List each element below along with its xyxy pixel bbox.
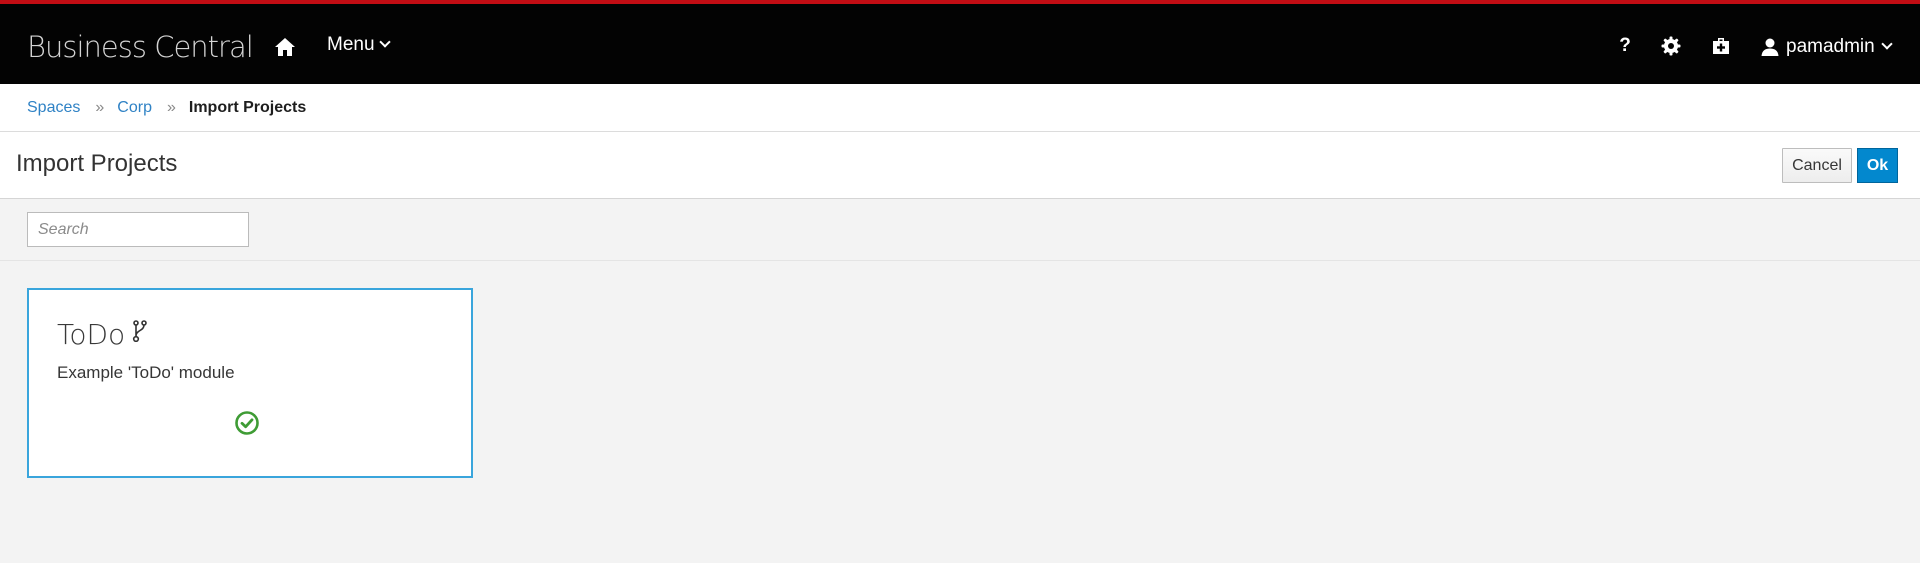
chevron-down-icon [1881,38,1893,50]
user-dropdown[interactable]: pamadmin [1760,32,1893,62]
user-name: pamadmin [1786,36,1875,57]
project-description: Example 'ToDo' module [57,363,235,382]
check-circle-icon [234,410,260,436]
medkit-icon[interactable] [1708,32,1734,60]
menu-dropdown[interactable]: Menu [327,34,391,56]
user-icon [1761,38,1779,56]
chevron-down-icon [378,36,391,48]
brand-logo[interactable]: Business Central [27,30,254,64]
branch-icon [132,320,148,343]
breadcrumb: Spaces » Corp » Import Projects [0,84,1920,132]
top-navbar: Business Central Menu ? pamadmin [0,0,1920,84]
breadcrumb-separator: » [166,98,176,116]
breadcrumb-current: Import Projects [188,98,307,116]
breadcrumb-item-corp[interactable]: Corp [117,99,152,117]
cancel-button[interactable]: Cancel [1782,148,1852,183]
breadcrumb-item-spaces[interactable]: Spaces [27,99,80,117]
project-card[interactable]: ToDo Example 'ToDo' module [27,288,473,478]
ok-button[interactable]: Ok [1857,148,1898,183]
breadcrumb-separator: » [95,98,104,116]
help-icon[interactable]: ? [1614,32,1636,60]
gear-icon[interactable] [1658,32,1684,60]
page-title: Import Projects [16,150,178,177]
menu-label: Menu [327,34,375,55]
search-input[interactable] [27,212,249,247]
page-header: Import Projects Cancel Ok [0,132,1920,199]
home-icon[interactable] [272,34,298,60]
project-name: ToDo [57,318,126,351]
projects-area: ToDo Example 'ToDo' module [0,262,1920,563]
filter-toolbar [0,199,1920,261]
